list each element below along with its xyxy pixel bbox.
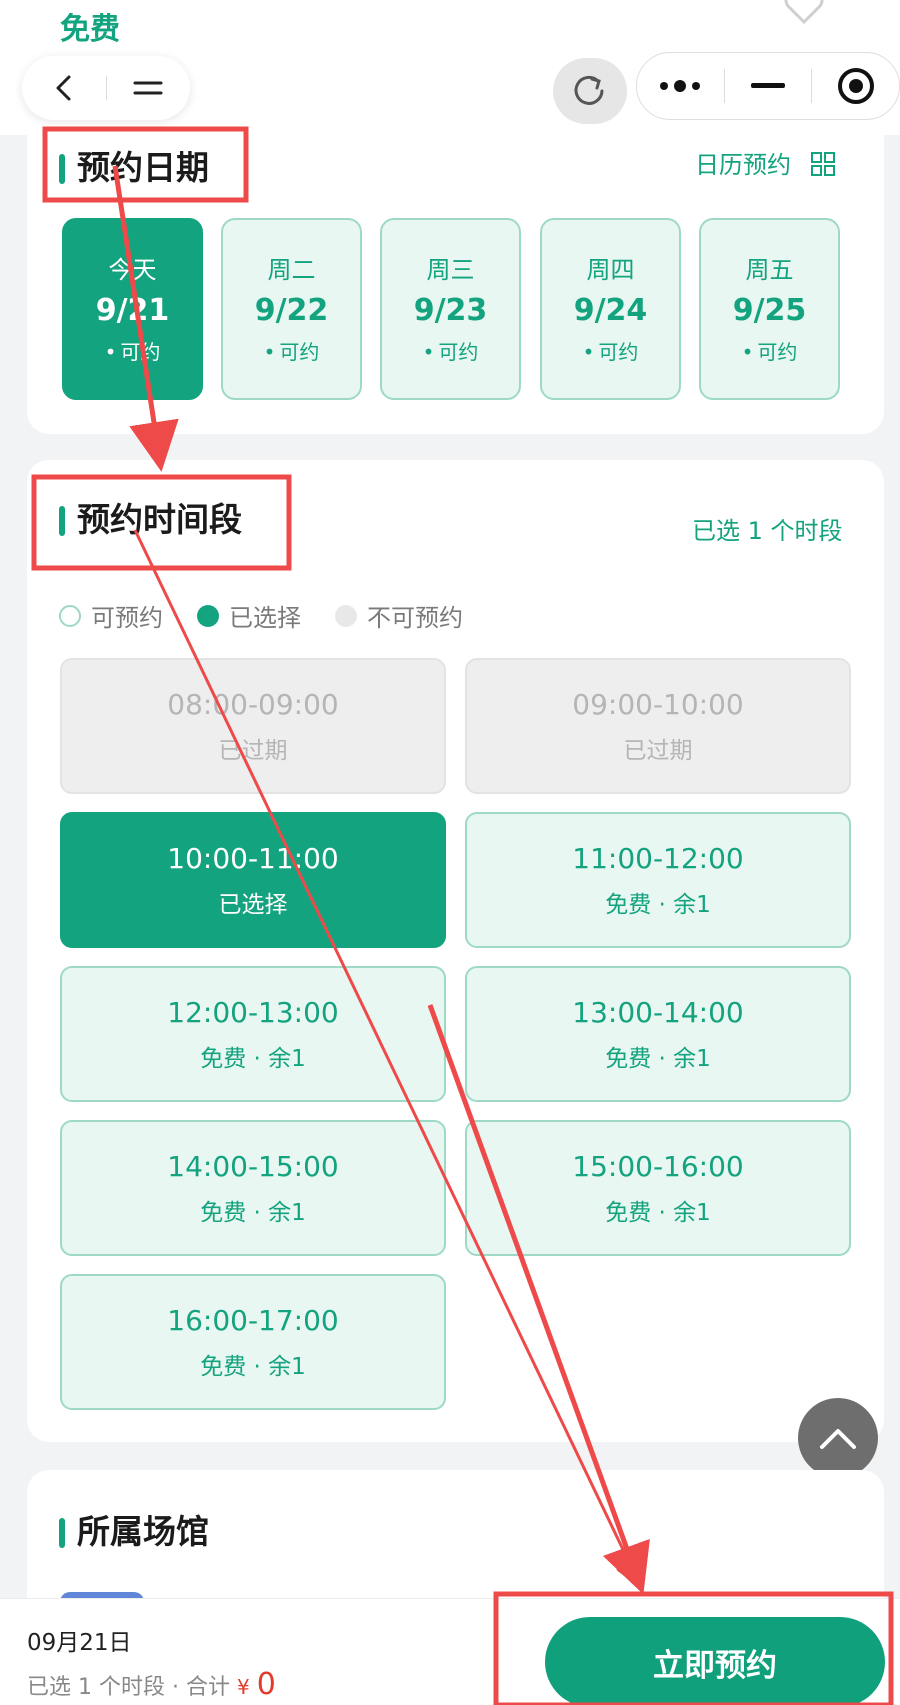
top-bar: 免费 xyxy=(0,0,900,135)
slot-time: 16:00-17:00 xyxy=(167,1304,339,1337)
slot-time: 08:00-09:00 xyxy=(167,688,339,721)
page-header-title: 免费 xyxy=(60,12,120,47)
date-weekday: 周二 xyxy=(267,256,316,284)
date-weekday: 周三 xyxy=(426,256,475,284)
slot-legend: 可预约 已选择 不可预约 xyxy=(59,598,497,633)
time-slot-1600[interactable]: 16:00-17:00 免费 · 余1 xyxy=(60,1274,446,1410)
date-value: 9/25 xyxy=(732,293,807,328)
legend-selected-label: 已选择 xyxy=(229,604,301,632)
time-slot-1100[interactable]: 11:00-12:00 免费 · 余1 xyxy=(465,812,851,948)
venue-section-title: 所属场馆 xyxy=(59,1512,209,1552)
slot-status: 已选择 xyxy=(218,892,288,918)
time-slot-1000[interactable]: 10:00-11:00 已选择 xyxy=(60,812,446,948)
date-chip-fri[interactable]: 周五 9/25 可约 xyxy=(699,218,840,400)
date-status: 可约 xyxy=(701,336,838,365)
date-status: 可约 xyxy=(542,336,679,365)
time-slot-card: 预约时间段 已选 1 个时段 可预约 已选择 不可预约 08:00-09:00 … xyxy=(27,460,884,1442)
close-target-icon xyxy=(837,68,874,104)
slot-status: 已过期 xyxy=(623,738,693,764)
time-slot-1400[interactable]: 14:00-15:00 免费 · 余1 xyxy=(60,1120,446,1256)
booking-summary: 已选 1 个时段 · 合计 ¥ 0 xyxy=(27,1667,276,1702)
legend-available-label: 可预约 xyxy=(91,604,163,632)
miniprogram-capsule xyxy=(636,52,900,120)
slot-time: 11:00-12:00 xyxy=(572,842,744,875)
date-weekday: 今天 xyxy=(108,256,157,284)
more-button[interactable] xyxy=(637,52,724,120)
book-now-button[interactable]: 立即预约 xyxy=(545,1617,885,1705)
date-value: 9/24 xyxy=(573,293,648,328)
date-weekday: 周五 xyxy=(745,256,794,284)
date-status: 可约 xyxy=(382,336,519,365)
legend-available: 可预约 xyxy=(59,598,163,633)
legend-unavailable-dot xyxy=(335,604,357,627)
heart-icon[interactable] xyxy=(780,0,828,30)
legend-unavailable: 不可预约 xyxy=(335,598,463,633)
date-chip-today[interactable]: 今天 9/21 可约 xyxy=(62,218,203,400)
date-chip-tue[interactable]: 周二 9/22 可约 xyxy=(221,218,362,400)
slot-time: 12:00-13:00 xyxy=(167,996,339,1029)
grid-icon xyxy=(810,152,835,176)
slot-time: 10:00-11:00 xyxy=(167,842,339,875)
calendar-booking-link[interactable]: 日历预约 xyxy=(695,150,835,180)
date-chip-wed[interactable]: 周三 9/23 可约 xyxy=(380,218,521,400)
date-value: 9/21 xyxy=(95,293,170,328)
slot-status: 免费 · 余1 xyxy=(200,1354,306,1380)
slot-time: 13:00-14:00 xyxy=(572,996,744,1029)
arrow-up-icon xyxy=(820,1429,856,1449)
close-button[interactable] xyxy=(812,52,899,120)
date-weekday: 周四 xyxy=(586,256,635,284)
slot-time: 14:00-15:00 xyxy=(167,1150,339,1183)
booking-summary-text: 已选 1 个时段 · 合计 xyxy=(27,1675,230,1700)
slot-time: 09:00-10:00 xyxy=(572,688,744,721)
legend-selected-dot xyxy=(197,604,219,627)
date-card: 预约日期 日历预约 今天 9/21 可约 周二 9/22 可约 周三 9/23 … xyxy=(27,128,884,434)
date-value: 9/23 xyxy=(413,293,488,328)
selected-slot-summary: 已选 1 个时段 xyxy=(692,517,843,545)
minimize-button[interactable] xyxy=(725,52,812,120)
back-icon xyxy=(56,75,71,101)
scroll-to-top-button[interactable] xyxy=(798,1398,878,1478)
refresh-icon xyxy=(574,75,604,105)
minimize-icon xyxy=(751,83,785,88)
slot-status: 免费 · 余1 xyxy=(605,1200,711,1226)
date-value: 9/22 xyxy=(254,293,329,328)
menu-icon xyxy=(133,81,163,95)
legend-available-dot xyxy=(59,604,81,627)
time-slot-1300[interactable]: 13:00-14:00 免费 · 余1 xyxy=(465,966,851,1102)
slot-status: 免费 · 余1 xyxy=(605,892,711,918)
date-section-title: 预约日期 xyxy=(59,148,209,188)
slot-status: 已过期 xyxy=(218,738,288,764)
date-status: 可约 xyxy=(223,336,360,365)
date-chip-thu[interactable]: 周四 9/24 可约 xyxy=(540,218,681,400)
time-slot-1500[interactable]: 15:00-16:00 免费 · 余1 xyxy=(465,1120,851,1256)
slot-status: 免费 · 余1 xyxy=(200,1046,306,1072)
nav-capsule xyxy=(22,56,190,120)
time-slot-1200[interactable]: 12:00-13:00 免费 · 余1 xyxy=(60,966,446,1102)
bottom-booking-bar: 09月21日 已选 1 个时段 · 合计 ¥ 0 立即预约 xyxy=(0,1598,900,1705)
more-icon xyxy=(660,80,701,92)
slot-time: 15:00-16:00 xyxy=(572,1150,744,1183)
selected-date-label: 09月21日 xyxy=(27,1630,132,1656)
time-slot-0800: 08:00-09:00 已过期 xyxy=(60,658,446,794)
back-button[interactable] xyxy=(22,56,106,120)
legend-unavailable-label: 不可预约 xyxy=(367,604,463,632)
slot-status: 免费 · 余1 xyxy=(605,1046,711,1072)
total-price: 0 xyxy=(256,1667,276,1702)
legend-selected: 已选择 xyxy=(197,598,301,633)
slot-status: 免费 · 余1 xyxy=(200,1200,306,1226)
date-status: 可约 xyxy=(64,336,201,365)
calendar-link-label: 日历预约 xyxy=(695,151,791,179)
time-slot-0900: 09:00-10:00 已过期 xyxy=(465,658,851,794)
time-section-title: 预约时间段 xyxy=(59,500,242,540)
refresh-button[interactable] xyxy=(553,58,627,124)
menu-button[interactable] xyxy=(107,56,191,120)
currency-symbol: ¥ xyxy=(236,1675,250,1699)
